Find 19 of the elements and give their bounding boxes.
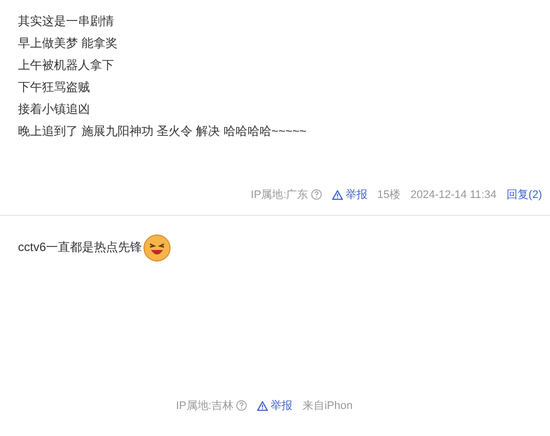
help-icon[interactable] — [311, 189, 322, 200]
post-text: 早上做美梦 能拿奖 — [18, 35, 118, 52]
warning-icon — [332, 190, 344, 200]
post-text: cctv6一直都是热点先锋 — [18, 239, 142, 256]
meta-text: 来自iPhon — [302, 398, 353, 414]
report-link[interactable]: 举报 — [332, 186, 368, 203]
meta-text: 2024-12-14 11:34 — [410, 188, 497, 202]
post-text: 下午狂骂盗贼 — [18, 79, 90, 96]
ip-location: IP属地:广东 — [250, 188, 308, 202]
report-link[interactable]: 举报 — [257, 398, 292, 414]
meta-text: 15楼 — [377, 188, 400, 202]
help-icon[interactable] — [236, 400, 248, 412]
post-text: 接着小镇追凶 — [18, 101, 90, 118]
warning-icon — [257, 400, 268, 411]
ip-location: IP属地:吉林 — [176, 398, 234, 414]
post-text: 晚上追到了 施展九阳神功 圣火令 解决 哈哈哈哈~~~~~ — [18, 123, 306, 140]
post-text: 上午被机器人拿下 — [18, 57, 114, 74]
post-text: 其实这是一串剧情 — [18, 13, 114, 30]
reply-link[interactable]: 回复(2) — [506, 186, 542, 203]
